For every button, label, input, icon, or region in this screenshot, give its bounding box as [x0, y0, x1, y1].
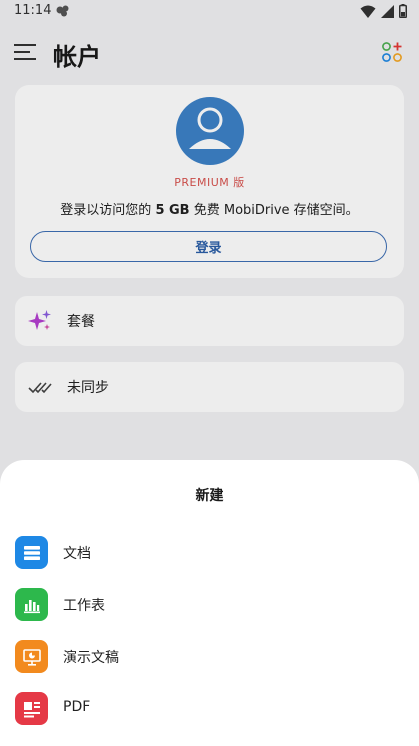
- pdf-label: PDF: [63, 699, 91, 715]
- spreadsheet-icon: [15, 588, 48, 621]
- document-icon: [15, 536, 48, 569]
- new-presentation-item[interactable]: 演示文稿: [0, 635, 419, 679]
- new-file-sheet: 新建 文档 工作表 演示文稿 PDF: [0, 460, 419, 746]
- spreadsheet-label: 工作表: [63, 598, 105, 614]
- presentation-icon: [15, 640, 48, 673]
- document-label: 文档: [63, 546, 91, 562]
- new-pdf-item[interactable]: PDF: [0, 687, 419, 731]
- pdf-icon: [15, 692, 48, 725]
- account-screen: 11:14 帐户 PREMIUM 版 登录以访问您的 5 GB 免费 MobiD…: [0, 0, 419, 746]
- new-spreadsheet-item[interactable]: 工作表: [0, 583, 419, 627]
- sheet-title: 新建: [195, 488, 224, 504]
- new-document-item[interactable]: 文档: [0, 531, 419, 575]
- presentation-label: 演示文稿: [63, 650, 119, 666]
